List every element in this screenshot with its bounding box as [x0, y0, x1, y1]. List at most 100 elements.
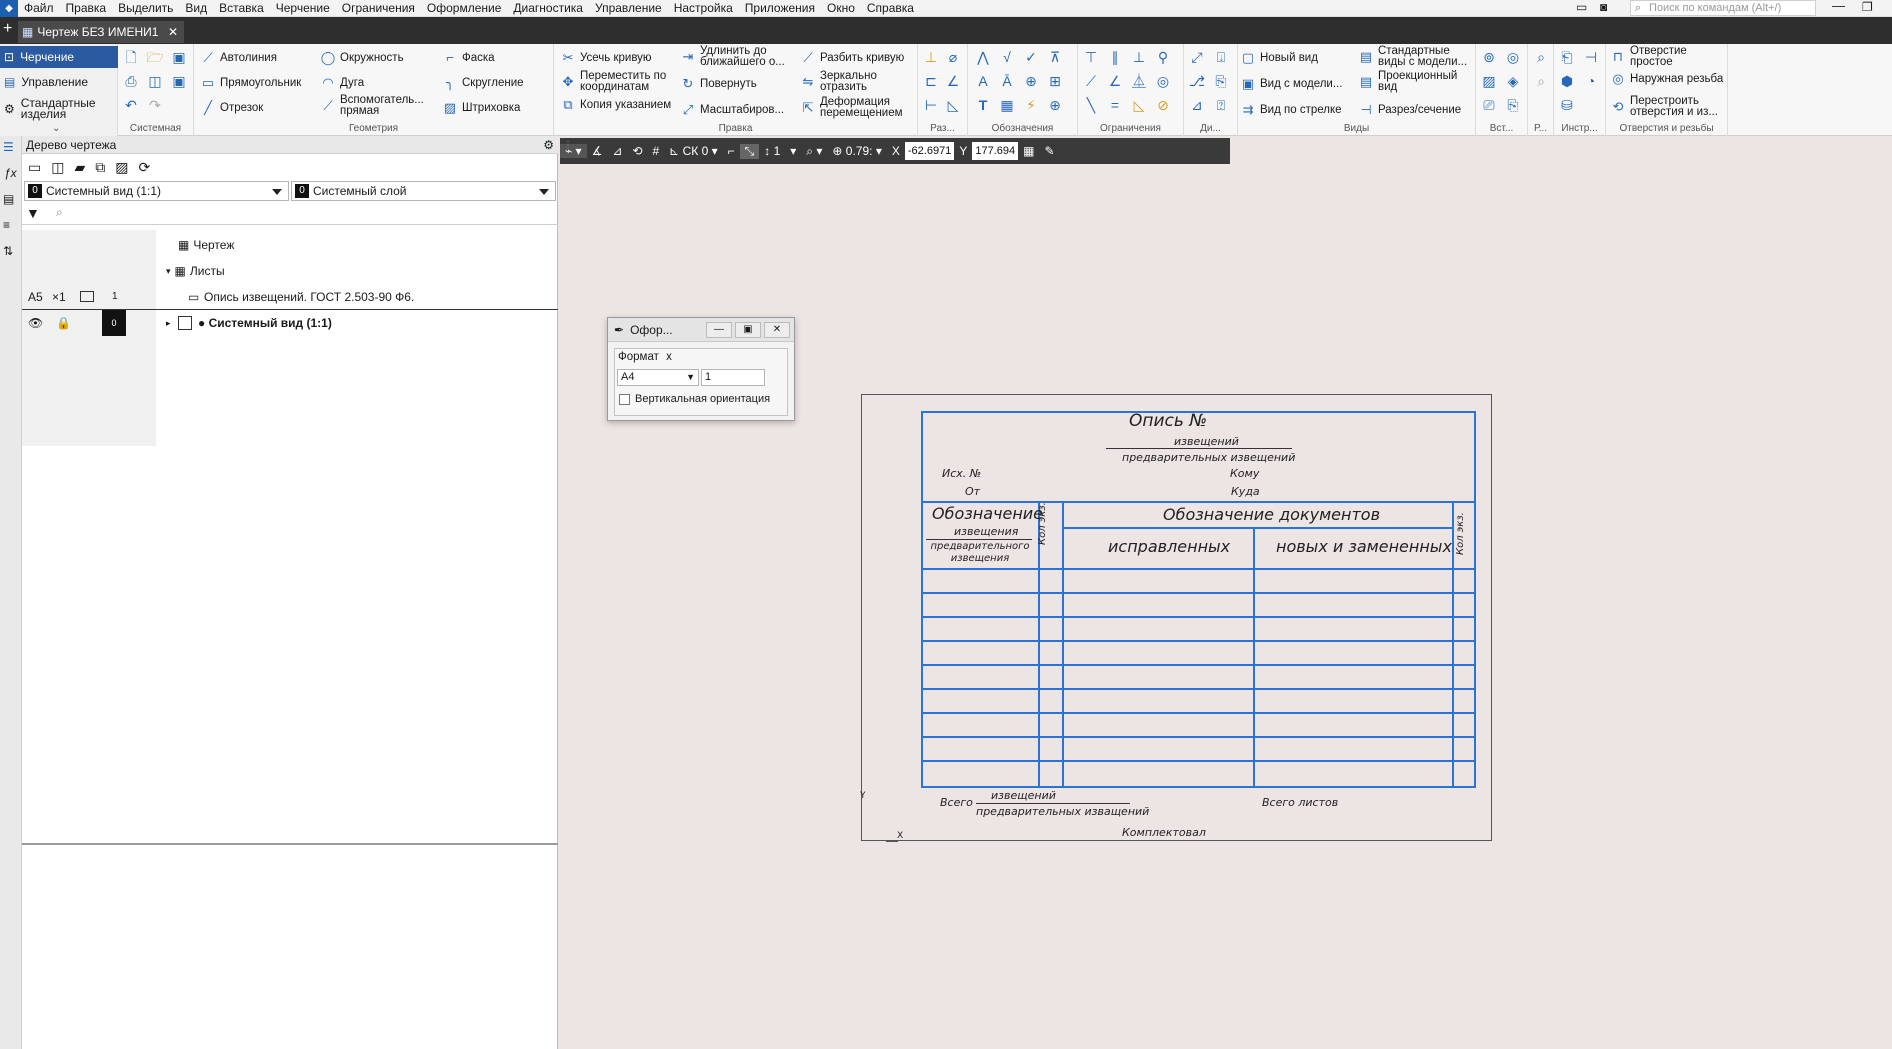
simple-hole-button[interactable]: ⊓ Отверстие простое [1610, 45, 1726, 68]
arc-button[interactable]: ◠ Дуга [320, 75, 364, 91]
horizontal-vertical-icon[interactable]: ╲ [1082, 96, 1100, 114]
snap-angle-icon[interactable]: ∡ [587, 144, 608, 158]
ordering-icon[interactable]: ⇅ [3, 244, 13, 258]
rotate-button[interactable]: ↻ Повернуть [680, 76, 757, 92]
gear-icon[interactable]: ⚙ [543, 136, 554, 154]
base-icon[interactable]: ⊼ [1046, 48, 1064, 66]
angle-dimension-icon[interactable]: ∠ [944, 72, 962, 90]
insert-e-icon[interactable]: ⎘ [1504, 96, 1522, 114]
lock-icon[interactable]: 🔒 [56, 316, 71, 330]
menu-view[interactable]: Вид [179, 1, 213, 15]
minimize-button[interactable]: — [706, 321, 732, 338]
r-b-icon[interactable]: ⌕ [1532, 72, 1550, 90]
chamfer-button[interactable]: ⌐ Фаска [442, 50, 494, 66]
save-icon[interactable]: ▣ [170, 48, 188, 66]
insert-d-icon[interactable]: ⎚ [1480, 96, 1498, 114]
collapse-icon[interactable]: ▸ [166, 318, 171, 329]
vertical-orientation-option[interactable]: Вертикальная ориентация [619, 393, 770, 405]
extend-button[interactable]: ⇥ Удлинить до ближайшего о... [680, 45, 798, 68]
vertical-orientation-checkbox[interactable] [619, 393, 630, 405]
projection-view-button[interactable]: ▤ Проекционный вид [1358, 70, 1476, 93]
diag-f-icon[interactable]: ⍰ [1212, 96, 1230, 114]
arrow-view-button[interactable]: ⇉ Вид по стрелке [1240, 102, 1342, 118]
text-a-icon[interactable]: A [974, 72, 992, 90]
insert-c-icon[interactable]: ◈ [1504, 72, 1522, 90]
mode-control[interactable]: ▤ Управление [0, 71, 118, 93]
fillet-button[interactable]: ╮ Скругление [442, 75, 524, 91]
insert-image-icon[interactable]: ▨ [1480, 72, 1498, 90]
ortho-icon[interactable]: ⌐ [723, 144, 740, 158]
tree-row-sheet[interactable]: А5 ×1 1 ▭ Опись извещений. ГОСТ 2.503-90… [22, 284, 558, 310]
menu-diagnostics[interactable]: Диагностика [507, 1, 589, 15]
tree-icon[interactable]: ☰ [3, 140, 14, 154]
tree-row-system-view[interactable]: 👁 🔒 0 ▸ ● Системный вид (1:1) [22, 310, 558, 336]
tool-e-icon[interactable]: ⛁ [1558, 96, 1576, 114]
round-icon[interactable]: ⤡ [739, 143, 760, 159]
dimension-icon[interactable]: ⊥ [922, 48, 940, 66]
tangent-icon[interactable]: ⚲ [1154, 48, 1172, 66]
deformation-button[interactable]: ⇱ Деформация перемещением [800, 96, 912, 119]
close-tab-icon[interactable]: ✕ [168, 25, 178, 39]
section-close-button[interactable]: x [666, 351, 672, 363]
fix-angle-icon[interactable]: ◺ [1130, 96, 1148, 114]
panel-splitter[interactable] [22, 843, 558, 845]
new-document-icon[interactable]: 🗋 [122, 48, 140, 66]
minimize-icon[interactable]: — [1832, 0, 1845, 13]
print-icon[interactable]: ⎙ [122, 72, 140, 90]
tool-c-icon[interactable]: ⬢ [1558, 72, 1576, 90]
expand-icon[interactable]: ▾ [166, 266, 171, 277]
menu-help[interactable]: Справка [861, 1, 920, 15]
angle-constraint-icon[interactable]: ∠ [1106, 72, 1124, 90]
lightning-icon[interactable]: ⚡ [1022, 96, 1040, 114]
diag-e-icon[interactable]: ⊿ [1188, 96, 1206, 114]
restore-icon[interactable]: ❐ [1862, 0, 1873, 14]
view-select[interactable]: 0 Системный вид (1:1) [24, 181, 289, 201]
tree-filter-bar[interactable]: ▼ ⌕ [22, 203, 558, 225]
menu-apps[interactable]: Приложения [739, 1, 821, 15]
split-curve-button[interactable]: ⟋ Разбить кривую [800, 50, 904, 66]
eyedropper-icon[interactable]: ✎ [1039, 144, 1059, 158]
copy-by-pointing-button[interactable]: ⧉ Копия указанием [560, 97, 678, 113]
insert-b-icon[interactable]: ◎ [1504, 48, 1522, 66]
document-tab[interactable]: ▦ Чертеж БЕЗ ИМЕНИ1 ✕ [18, 21, 184, 43]
symmetry-icon[interactable]: ⏅ [1130, 72, 1148, 90]
section-button[interactable]: ⊣ Разрез/сечение [1358, 102, 1461, 118]
center-mark-icon[interactable]: ⊕ [1046, 96, 1064, 114]
zoom-select[interactable]: ⌕ ▾ [801, 144, 827, 159]
equal-icon[interactable]: = [1106, 96, 1124, 114]
check-mark-icon[interactable]: ✓ [1022, 48, 1040, 66]
expand-modes-icon[interactable]: ⌄ [52, 123, 60, 134]
tree-eraser-icon[interactable]: ▰ [74, 159, 85, 176]
layer-select[interactable]: ↕ 1 ▾ [759, 144, 801, 158]
autoline-button[interactable]: ⟋ Автолиния [200, 50, 277, 66]
tree-row-sheets[interactable]: ▾ ▦ Листы [22, 258, 558, 284]
menu-constraints[interactable]: Ограничения [336, 1, 421, 15]
multiplier-input[interactable]: 1 [701, 369, 765, 386]
menu-select[interactable]: Выделить [112, 1, 179, 15]
chain-dimension-icon[interactable]: ⊢ [922, 96, 940, 114]
variables-fx-icon[interactable]: ƒx [4, 166, 17, 180]
tree-view-b-icon[interactable]: ◫ [51, 159, 64, 176]
diag-c-icon[interactable]: ⎇ [1188, 72, 1206, 90]
diag-b-icon[interactable]: ⍗ [1212, 48, 1230, 66]
menu-file[interactable]: Файл [18, 1, 60, 15]
tree-structure-icon[interactable]: ⧉ [95, 159, 105, 176]
tool-a-icon[interactable]: ⎗ [1558, 48, 1576, 66]
mode-drafting[interactable]: ⊡ Черчение [0, 46, 118, 68]
tree-refresh-icon[interactable]: ⟳ [138, 159, 150, 176]
camera-icon[interactable]: ◙ [1600, 0, 1607, 14]
segment-button[interactable]: ╱ Отрезок [200, 100, 263, 116]
dialog-titlebar[interactable]: ✒ Офор... — ▣ ✕ [608, 318, 794, 342]
menu-settings[interactable]: Настройка [668, 1, 739, 15]
save-all-icon[interactable]: ▣ [170, 72, 188, 90]
roughness-icon[interactable]: √ [998, 48, 1016, 66]
diag-a-icon[interactable]: ⤢ [1188, 48, 1206, 66]
filter-icon[interactable]: ▼ [26, 205, 40, 221]
rotate-view-icon[interactable]: ⟲ [627, 144, 647, 158]
menu-edit[interactable]: Правка [60, 1, 113, 15]
tree-image-icon[interactable]: ▨ [115, 159, 128, 176]
auxiliary-line-button[interactable]: ⟋ Вспомогатель... прямая [320, 94, 438, 117]
tool-d-icon[interactable]: ◔ [1582, 72, 1600, 90]
new-view-button[interactable]: ▢ Новый вид [1240, 50, 1318, 66]
close-button[interactable]: ✕ [764, 321, 790, 338]
